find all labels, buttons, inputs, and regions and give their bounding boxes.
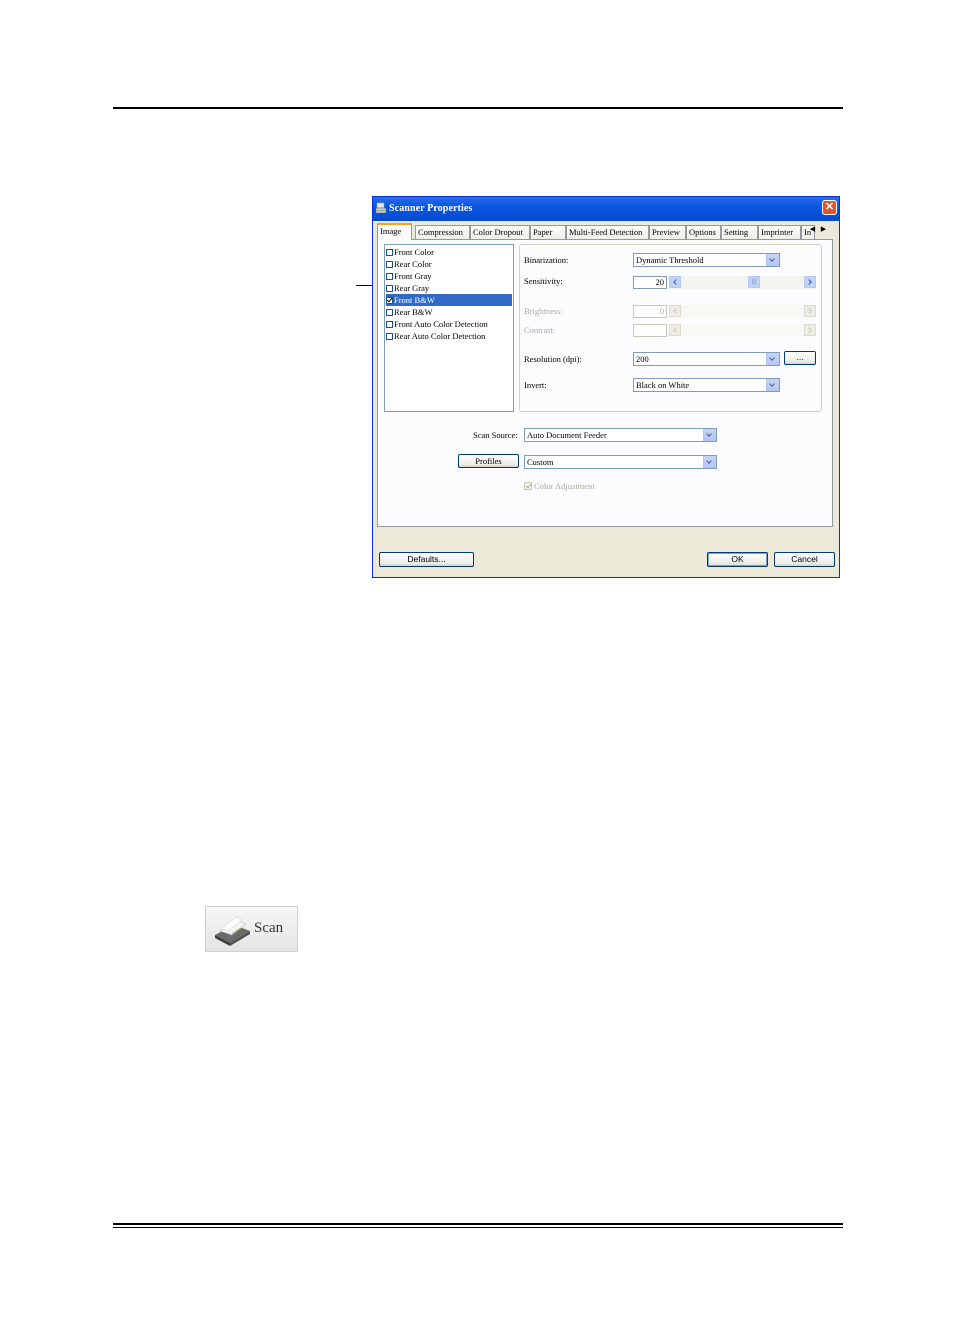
slider-right-icon (804, 324, 816, 336)
invert-select[interactable]: Black on White (633, 378, 780, 392)
tab-multi-feed-detection[interactable]: Multi-Feed Detection (566, 225, 649, 239)
cancel-button[interactable]: Cancel (774, 552, 835, 567)
sensitivity-slider[interactable]: ||| (669, 276, 816, 289)
scanner-app-icon (375, 202, 387, 214)
invert-label: Invert: (524, 380, 547, 390)
tab-image[interactable]: Image (377, 223, 412, 240)
ok-button[interactable]: OK (707, 552, 768, 567)
list-item-rear-bw[interactable]: Rear B&W (386, 306, 512, 318)
color-adjustment-checkbox: Color Adjustment (524, 481, 595, 491)
contrast-slider (669, 324, 816, 337)
brightness-value: 0 (633, 305, 667, 318)
image-tab-panel: Front Color Rear Color Front Gray Rear G… (377, 239, 833, 527)
tab-options[interactable]: Options (686, 225, 721, 239)
tab-compression[interactable]: Compression (415, 225, 470, 239)
chevron-down-icon[interactable] (766, 379, 779, 391)
binarization-select[interactable]: Dynamic Threshold (633, 253, 780, 267)
checkbox-checked[interactable] (386, 297, 393, 304)
image-type-list[interactable]: Front Color Rear Color Front Gray Rear G… (384, 244, 514, 412)
list-item-rear-gray[interactable]: Rear Gray (386, 282, 512, 294)
resolution-select[interactable]: 200 (633, 352, 780, 366)
tab-setting[interactable]: Setting (721, 225, 758, 239)
list-item-front-auto-color[interactable]: Front Auto Color Detection (386, 318, 512, 330)
dialog-title: Scanner Properties (389, 203, 473, 214)
list-item-front-bw[interactable]: Front B&W (386, 294, 512, 306)
tab-scroll-left-icon[interactable]: ◀ (807, 225, 818, 233)
resolution-more-button[interactable]: ... (784, 351, 816, 365)
checkbox[interactable] (386, 321, 393, 328)
contrast-label: Contrast: (524, 325, 556, 335)
chevron-down-icon[interactable] (766, 254, 779, 266)
scan-source-label: Scan Source: (473, 430, 518, 440)
profiles-button[interactable]: Profiles (458, 454, 519, 468)
sensitivity-label: Sensitivity: (524, 276, 563, 286)
checkbox[interactable] (386, 285, 393, 292)
profiles-select[interactable]: Custom (524, 455, 717, 469)
list-item-front-color[interactable]: Front Color (386, 246, 512, 258)
scan-button-label: Scan (254, 920, 284, 936)
chevron-down-icon[interactable] (703, 429, 716, 441)
footer-rule (113, 1223, 843, 1225)
chevron-down-icon[interactable] (766, 353, 779, 365)
slider-left-icon[interactable] (669, 276, 681, 288)
sensitivity-value[interactable]: 20 (633, 276, 667, 289)
slider-left-icon (669, 305, 681, 317)
settings-group: Binarization: Dynamic Threshold Sensitiv… (519, 244, 822, 412)
tab-imprinter[interactable]: Imprinter (758, 225, 801, 239)
checkbox[interactable] (386, 309, 393, 316)
list-item-front-gray[interactable]: Front Gray (386, 270, 512, 282)
tab-preview[interactable]: Preview (649, 225, 686, 239)
title-bar[interactable]: Scanner Properties ✕ (373, 197, 839, 221)
slider-right-icon[interactable] (804, 276, 816, 288)
close-button[interactable]: ✕ (822, 200, 837, 215)
list-item-rear-auto-color[interactable]: Rear Auto Color Detection (386, 330, 512, 342)
checkbox[interactable] (386, 333, 393, 340)
scanner-icon (215, 916, 250, 946)
slider-right-icon (804, 305, 816, 317)
binarization-label: Binarization: (524, 255, 569, 265)
list-item-rear-color[interactable]: Rear Color (386, 258, 512, 270)
checkbox[interactable] (386, 249, 393, 256)
slider-left-icon (669, 324, 681, 336)
scan-source-select[interactable]: Auto Document Feeder (524, 428, 717, 442)
brightness-label: Brightness: (524, 306, 563, 316)
scanner-properties-dialog: Scanner Properties ✕ Image Compression C… (372, 196, 840, 578)
slider-thumb[interactable]: ||| (748, 276, 760, 288)
tab-paper[interactable]: Paper (530, 225, 566, 239)
checkbox[interactable] (386, 261, 393, 268)
tab-color-dropout[interactable]: Color Dropout (470, 225, 530, 239)
checkbox[interactable] (386, 273, 393, 280)
tab-strip: Image Compression Color Dropout Paper Mu… (377, 223, 837, 240)
brightness-slider (669, 305, 816, 318)
chevron-down-icon[interactable] (703, 456, 716, 468)
contrast-value (633, 324, 667, 337)
header-rule (113, 107, 843, 109)
footer-rule-thin (113, 1227, 843, 1228)
checkbox-checked (524, 482, 532, 490)
resolution-label: Resolution (dpi): (524, 354, 582, 364)
tab-scroll: ◀ ▶ (807, 225, 831, 237)
tab-scroll-right-icon[interactable]: ▶ (818, 225, 829, 233)
scan-button[interactable]: Scan (205, 906, 298, 952)
defaults-button[interactable]: Defaults... (379, 552, 474, 567)
